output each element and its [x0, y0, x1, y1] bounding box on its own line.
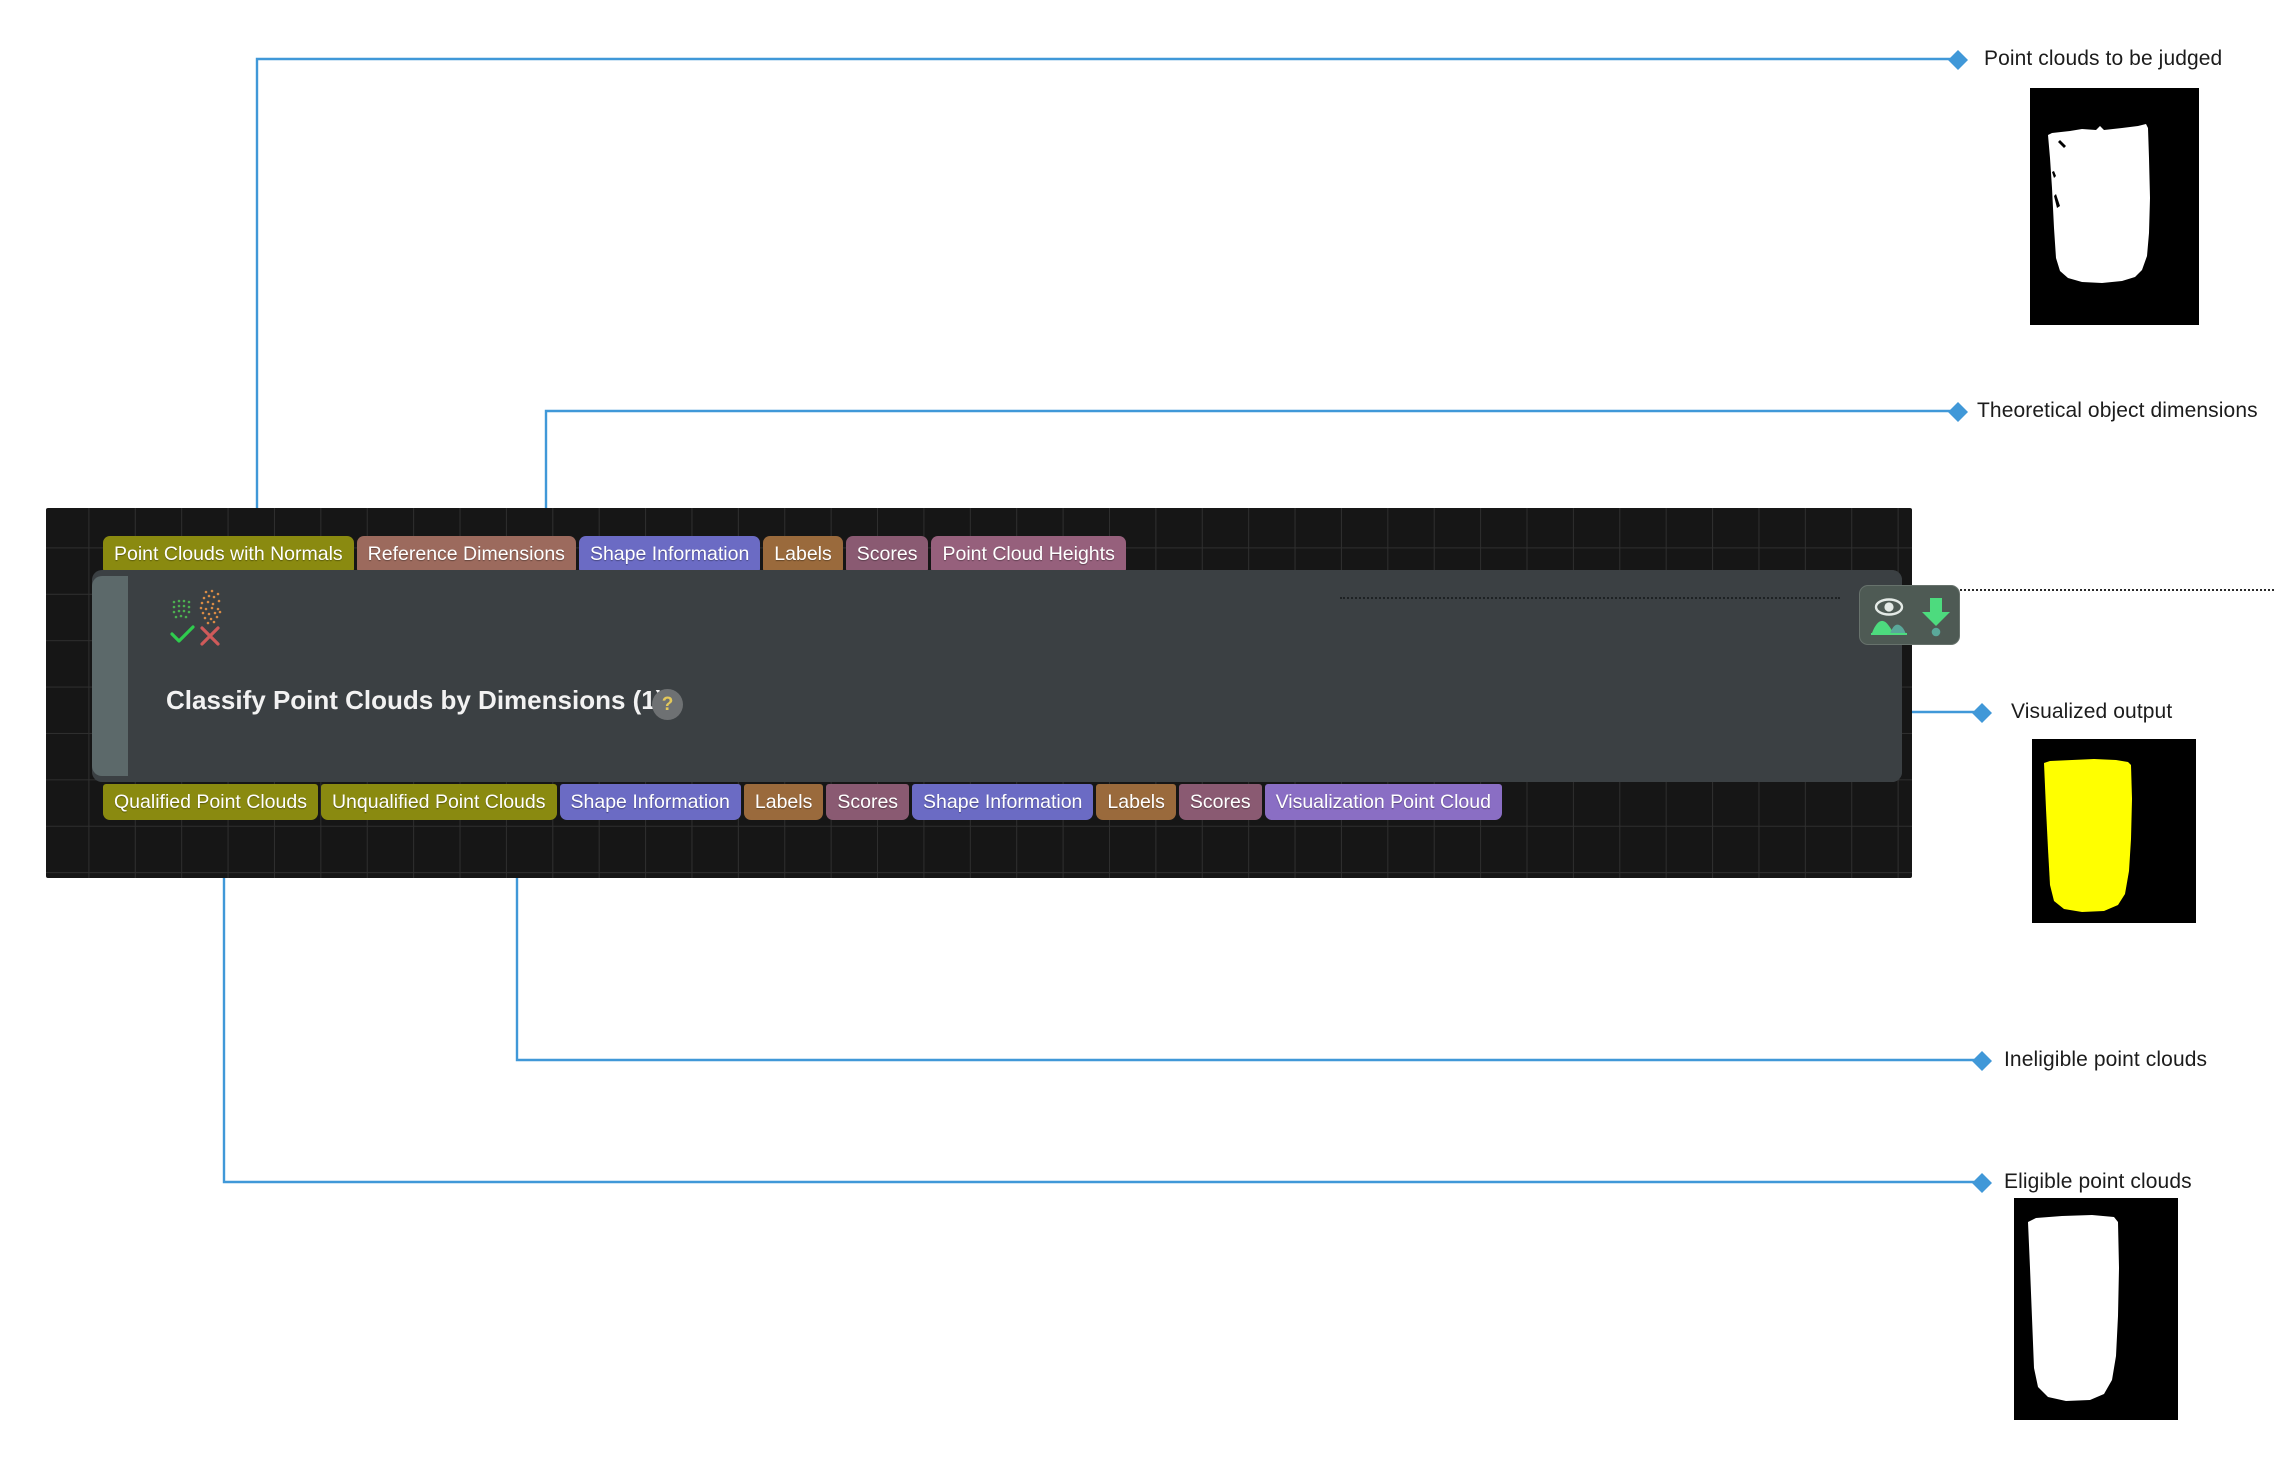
classify-point-clouds-icon [168, 588, 234, 650]
node-classify-point-clouds-by-dimensions[interactable]: Classify Point Clouds by Dimensions (1) … [92, 570, 1960, 782]
output-port-labels-2[interactable]: Labels [1096, 784, 1176, 820]
node-title: Classify Point Clouds by Dimensions (1) [166, 685, 665, 715]
point-cloud-blob-yellow [2044, 759, 2132, 912]
output-port-labels-1[interactable]: Labels [743, 784, 824, 820]
callout-label-ineligible-point-clouds: Ineligible point clouds [2004, 1048, 2208, 1071]
eye-image-icon[interactable] [1868, 593, 1910, 642]
point-cloud-blob-white [2048, 124, 2150, 283]
input-port-scores[interactable]: Scores [845, 536, 929, 572]
input-port-labels[interactable]: Labels [763, 536, 843, 572]
output-port-qualified-point-clouds[interactable]: Qualified Point Clouds [103, 784, 318, 820]
output-port-visualization-point-cloud[interactable]: Visualization Point Cloud [1264, 784, 1502, 820]
help-icon[interactable]: ? [652, 689, 683, 720]
node-body: Classify Point Clouds by Dimensions (1) … [128, 570, 1960, 782]
thumb-visualized-output [2032, 739, 2196, 923]
callout-label-visualized-output: Visualized output [2011, 700, 2173, 723]
output-port-shape-information-1[interactable]: Shape Information [559, 784, 741, 820]
output-port-row: Qualified Point Clouds Unqualified Point… [103, 784, 1502, 820]
callout-diamond-label-visualized-output [1972, 703, 1992, 723]
right-dotted-separator [1925, 589, 2274, 591]
callout-line-point-clouds-to-be-judged [255, 57, 1952, 531]
thumb-eligible-point-clouds [2014, 1198, 2178, 1420]
callout-label-eligible-point-clouds: Eligible point clouds [2004, 1170, 2192, 1193]
output-port-unqualified-point-clouds[interactable]: Unqualified Point Clouds [320, 784, 557, 820]
callout-diamond-label-ineligible-point-clouds [1972, 1051, 1992, 1071]
input-port-reference-dimensions[interactable]: Reference Dimensions [356, 536, 576, 572]
callout-line-eligible-point-clouds [222, 841, 1976, 1184]
input-port-shape-information[interactable]: Shape Information [578, 536, 761, 572]
point-cloud-blob-white-2 [2028, 1215, 2119, 1401]
callout-diamond-label-theoretical-object-dimensions [1948, 402, 1968, 422]
callout-label-point-clouds-to-be-judged: Point clouds to be judged [1984, 47, 2223, 70]
node-action-panel [1859, 585, 1960, 645]
node-graph-canvas[interactable]: Point Clouds with Normals Reference Dime… [46, 508, 1960, 878]
callout-diamond-label-point-clouds-to-be-judged [1948, 50, 1968, 70]
input-port-point-cloud-heights[interactable]: Point Cloud Heights [931, 536, 1126, 572]
callout-label-theoretical-object-dimensions: Theoretical object dimensions [1977, 399, 2258, 422]
output-port-scores-1[interactable]: Scores [826, 784, 910, 820]
input-port-row: Point Clouds with Normals Reference Dime… [103, 536, 1126, 572]
node-divider [1340, 597, 1840, 599]
download-arrow-icon[interactable] [1917, 593, 1955, 642]
output-port-scores-2[interactable]: Scores [1178, 784, 1262, 820]
thumb-point-clouds-to-be-judged [2030, 88, 2199, 325]
output-port-shape-information-2[interactable]: Shape Information [912, 784, 1094, 820]
node-drag-handle[interactable] [92, 576, 128, 776]
input-port-point-clouds-with-normals[interactable]: Point Clouds with Normals [103, 536, 354, 572]
callout-diamond-label-eligible-point-clouds [1972, 1173, 1992, 1193]
